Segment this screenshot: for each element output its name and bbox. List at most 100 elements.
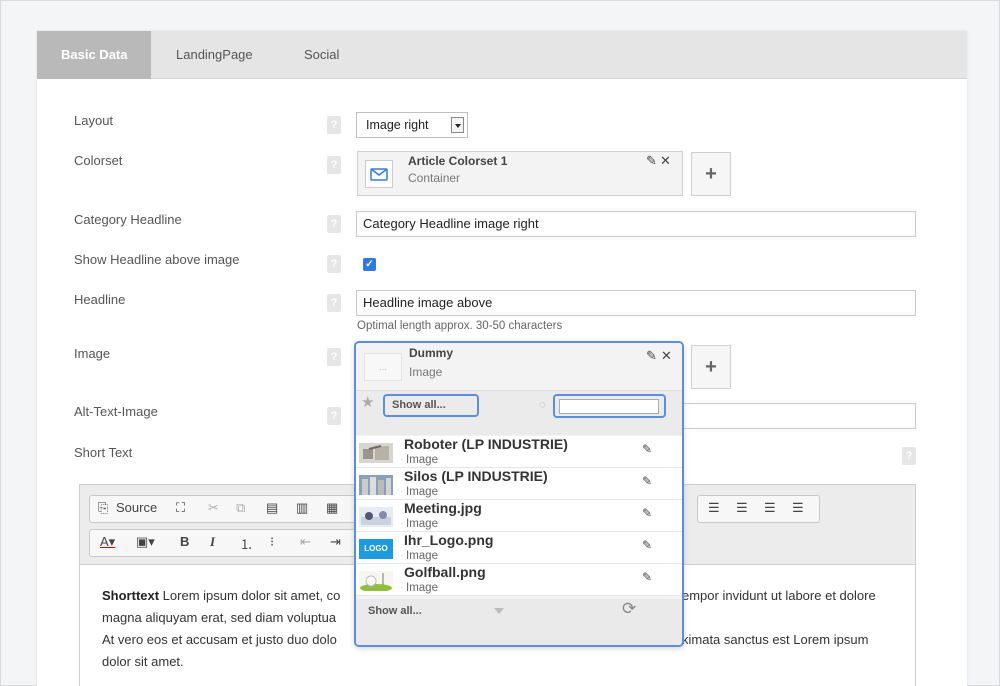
edit-icon[interactable]: ✎ (642, 442, 652, 456)
layout-select-value: Image right (366, 118, 429, 132)
category-headline-input[interactable]: Category Headline image right (356, 211, 916, 237)
list-item-name: Meeting.jpg (404, 500, 482, 516)
list-item-name: Silos (LP INDUSTRIE) (404, 468, 548, 484)
image-card-subtitle: Image (409, 365, 443, 379)
edit-icon[interactable]: ✎ (642, 506, 652, 520)
headline-help-icon[interactable]: ? (327, 294, 341, 312)
dummy-thumbnail: ... (364, 353, 402, 381)
logo-thumbnail: LOGO (359, 539, 393, 559)
content-line-1-left: Lorem ipsum dolor sit amet, co (159, 588, 341, 603)
edit-icon[interactable]: ✎ (642, 538, 652, 552)
edit-icon[interactable]: ✎ (646, 153, 657, 169)
show-headline-help-icon[interactable]: ? (327, 255, 341, 273)
outdent-icon[interactable]: ⇤ (300, 534, 311, 550)
paste-word-icon[interactable]: ▦ (326, 500, 338, 516)
image-card-title: Dummy (409, 346, 454, 360)
image-picker-dropdown: ... Dummy Image ✎ ✕ ★ Show all... ◌ Robo… (354, 341, 684, 647)
list-item[interactable]: Silos (LP INDUSTRIE) Image ✎ (356, 468, 682, 500)
add-image-button[interactable]: + (691, 345, 731, 389)
list-item-type: Image (406, 454, 438, 466)
chevron-down-icon[interactable] (494, 608, 504, 614)
edit-icon[interactable]: ✎ (642, 570, 652, 584)
list-item[interactable]: Meeting.jpg Image ✎ (356, 500, 682, 532)
close-icon[interactable]: ✕ (661, 348, 672, 364)
tab-social[interactable]: Social (304, 31, 339, 79)
shorttext-bold: Shorttext (102, 588, 160, 603)
source-icon: ⎘ (98, 500, 109, 515)
close-icon[interactable]: ✕ (660, 153, 671, 169)
content-line-1: Shorttext Lorem ipsum dolor sit amet, co (102, 585, 340, 607)
list-item-name: Roboter (LP INDUSTRIE) (404, 436, 568, 452)
list-item-type: Image (406, 582, 438, 594)
short-text-label: Short Text (74, 445, 133, 460)
bullet-list-icon[interactable]: ⁝ (270, 534, 274, 550)
short-text-help-icon[interactable]: ? (902, 447, 916, 465)
edit-icon[interactable]: ✎ (646, 348, 657, 364)
colorset-card-subtitle: Container (408, 171, 461, 185)
text-color-icon[interactable]: A▾ (100, 534, 115, 550)
headline-input[interactable]: Headline image above (356, 290, 916, 316)
tab-landingpage[interactable]: LandingPage (176, 31, 253, 79)
align-right-icon[interactable]: ☰ (764, 500, 776, 516)
colorset-card[interactable]: Article Colorset 1 Container ✎ ✕ (357, 151, 683, 196)
chevron-down-icon (451, 117, 464, 133)
search-icon: ◌ (539, 399, 546, 411)
content-line-2: magna aliquyam erat, sed diam voluptua (102, 610, 337, 625)
align-left-icon[interactable]: ☰ (708, 500, 720, 516)
paste-icon[interactable]: ▤ (266, 500, 278, 516)
numbered-list-icon[interactable]: ⒈ (240, 534, 253, 553)
paste-text-icon[interactable]: ▥ (296, 500, 308, 516)
refresh-icon[interactable]: ⟳ (622, 599, 636, 619)
star-icon[interactable]: ★ (361, 393, 374, 411)
content-line-3-right: kimata sanctus est Lorem ipsum (682, 632, 869, 647)
list-item[interactable]: Golfball.png Image ✎ (356, 564, 682, 596)
meeting-thumbnail (359, 507, 393, 527)
list-item[interactable]: Roboter (LP INDUSTRIE) Image ✎ (356, 436, 682, 468)
show-headline-checkbox[interactable]: ✓ (363, 258, 376, 271)
add-colorset-button[interactable]: + (691, 152, 731, 196)
alt-text-label: Alt-Text-Image (74, 404, 158, 419)
content-line-1-right: empor invidunt ut labore et dolore (682, 588, 876, 603)
alt-text-help-icon[interactable]: ? (327, 407, 341, 425)
copy-icon[interactable]: ⧉ (236, 500, 245, 516)
colorset-help-icon[interactable]: ? (327, 156, 341, 174)
tab-bar: Basic Data LandingPage Social (37, 31, 967, 79)
show-all-button-bottom[interactable]: Show all... (368, 605, 422, 617)
layout-select[interactable]: Image right (356, 112, 468, 138)
golfball-thumbnail (359, 571, 393, 591)
edit-icon[interactable]: ✎ (642, 474, 652, 488)
tab-basic-data[interactable]: Basic Data (37, 31, 151, 79)
maximize-icon[interactable]: ⛶ (176, 500, 185, 516)
align-justify-icon[interactable]: ☰ (792, 500, 804, 516)
container-icon (365, 160, 393, 188)
selected-image-card[interactable]: ... Dummy Image ✎ ✕ (356, 343, 682, 391)
list-item-name: Golfball.png (404, 564, 486, 580)
layout-help-icon[interactable]: ? (327, 116, 341, 134)
dropdown-footer: Show all... ⟳ (356, 599, 682, 645)
robot-thumbnail (359, 443, 393, 463)
image-help-icon[interactable]: ? (327, 348, 341, 366)
list-item-type: Image (406, 550, 438, 562)
category-headline-label: Category Headline (74, 212, 182, 227)
colorset-label: Colorset (74, 153, 123, 168)
layout-label: Layout (74, 113, 114, 128)
show-headline-label: Show Headline above image (74, 252, 240, 267)
toolbar-group-align: ☰ ☰ ☰ ☰ (697, 495, 820, 523)
list-item-type: Image (406, 486, 438, 498)
category-headline-help-icon[interactable]: ? (327, 215, 341, 233)
cut-icon[interactable]: ✂ (208, 500, 219, 516)
silos-thumbnail (359, 475, 393, 495)
indent-icon[interactable]: ⇥ (330, 534, 341, 550)
show-all-button-top[interactable]: Show all... (383, 394, 479, 417)
content-line-3: At vero eos et accusam et justo duo dolo (102, 632, 337, 647)
bg-color-icon[interactable]: ▣▾ (136, 534, 155, 550)
list-item-type: Image (406, 518, 438, 530)
search-input[interactable] (559, 399, 659, 414)
list-item[interactable]: LOGO Ihr_Logo.png Image ✎ (356, 532, 682, 564)
align-center-icon[interactable]: ☰ (736, 500, 748, 516)
image-label: Image (74, 346, 111, 361)
page-background: Basic Data LandingPage Social Layout ? I… (0, 0, 1000, 686)
italic-icon[interactable]: I (210, 534, 215, 550)
bold-icon[interactable]: B (180, 534, 189, 549)
source-button[interactable]: Source (116, 500, 157, 515)
